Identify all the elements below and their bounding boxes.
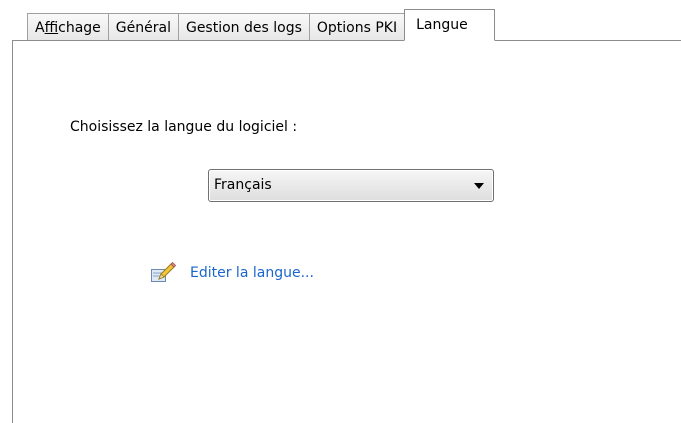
chevron-down-icon[interactable] — [474, 183, 484, 189]
edit-pencil-icon[interactable] — [150, 261, 177, 284]
tab-affichage-label-rest: fichage — [58, 20, 101, 36]
tab-affichage-label-prefix: A — [35, 20, 45, 36]
tab-strip: Affichage Général Gestion des logs Optio… — [27, 9, 496, 41]
tab-affichage[interactable]: Affichage — [27, 13, 108, 41]
tab-affichage-accelerator: f — [44, 20, 59, 36]
tab-options-pki[interactable]: Options PKI — [308, 13, 406, 41]
tab-general[interactable]: Général — [107, 13, 178, 41]
language-prompt-label: Choisissez la langue du logiciel : — [70, 119, 298, 135]
edit-language-label[interactable]: Editer la langue... — [190, 265, 314, 281]
tab-langue-label: Langue — [416, 17, 468, 33]
tab-gestion-des-logs[interactable]: Gestion des logs — [177, 13, 309, 41]
langue-tab-panel — [12, 40, 681, 423]
tab-options-pki-label: Options PKI — [316, 20, 398, 36]
tab-gestion-des-logs-label: Gestion des logs — [185, 20, 302, 36]
language-select[interactable]: Français — [208, 169, 494, 202]
options-window: Affichage Général Gestion des logs Optio… — [0, 0, 681, 423]
edit-language-link[interactable]: Editer la langue... — [150, 261, 314, 284]
tab-general-label: Général — [115, 20, 171, 36]
tab-langue[interactable]: Langue — [404, 9, 496, 41]
language-select-value: Français — [214, 177, 272, 193]
